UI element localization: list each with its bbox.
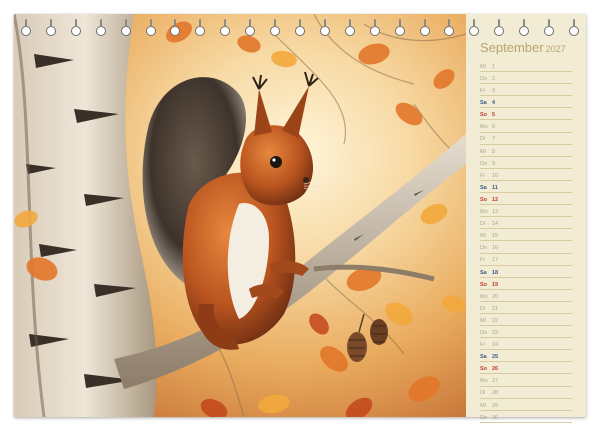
day-number: 10 [492, 172, 499, 179]
day-number: 23 [492, 329, 499, 336]
day-row: Mi 15 [480, 229, 572, 242]
day-row: Do 2 [480, 72, 572, 85]
squirrel-illustration [14, 14, 466, 417]
day-row: Do 23 [480, 326, 572, 339]
day-row: Mi 29 [480, 399, 572, 411]
day-number: 7 [492, 136, 496, 143]
day-number: 24 [492, 342, 499, 349]
day-row: Di 14 [480, 217, 572, 230]
day-abbr: Di [480, 221, 486, 228]
day-row: Di 28 [480, 387, 572, 399]
day-row: Sa 25 [480, 350, 572, 363]
day-abbr: Mi [480, 233, 486, 240]
day-abbr: Di [480, 390, 486, 397]
day-row: Di 21 [480, 302, 572, 314]
day-number: 14 [492, 221, 499, 228]
day-row: So 26 [480, 362, 572, 375]
day-row: Fr 3 [480, 84, 572, 97]
day-row: Sa 11 [480, 181, 572, 194]
month-year: 2027 [545, 44, 566, 54]
day-row: So 19 [480, 278, 572, 290]
day-row: Do 9 [480, 157, 572, 169]
day-number: 15 [492, 233, 499, 240]
day-abbr: Do [480, 329, 488, 336]
day-abbr: Mi [480, 63, 486, 70]
day-number: 26 [492, 366, 499, 373]
day-row: Do 16 [480, 241, 572, 254]
day-number: 22 [492, 317, 499, 324]
day-abbr: Di [480, 305, 486, 312]
day-row: Mi 1 [480, 60, 572, 73]
day-number: 27 [492, 378, 499, 385]
day-row: So 12 [480, 193, 572, 206]
day-number: 17 [492, 257, 499, 264]
day-row: Mo 13 [480, 205, 572, 218]
day-row: So 5 [480, 108, 572, 121]
day-row: Mi 22 [480, 314, 572, 327]
day-abbr: So [480, 281, 488, 288]
day-abbr: Mo [480, 378, 488, 385]
day-number: 2 [492, 76, 496, 82]
day-abbr: Mo [480, 209, 488, 216]
day-number: 25 [492, 354, 499, 361]
day-abbr: So [480, 112, 488, 119]
day-number: 11 [492, 184, 498, 191]
day-list: Mi 1 Do 2 Fr 3 Sa 4 So 5 Mo 6 Di 7 Mi 8 Do 9 Fr 10 Sa 11 So 12 M… [480, 60, 572, 423]
day-abbr: Fr [480, 88, 486, 95]
day-number: 29 [492, 402, 499, 409]
day-abbr: So [480, 366, 488, 373]
day-abbr: Di [480, 136, 486, 143]
day-row: Sa 18 [480, 266, 572, 278]
day-number: 12 [492, 196, 499, 203]
day-row: Mo 6 [480, 120, 572, 133]
day-abbr: Sa [480, 184, 487, 191]
month-name: September [480, 40, 544, 55]
day-abbr: Mi [480, 317, 486, 324]
day-row: Mo 27 [480, 374, 572, 387]
day-number: 30 [492, 414, 499, 421]
day-abbr: Sa [480, 100, 487, 107]
day-number: 28 [492, 390, 499, 397]
day-number: 4 [492, 100, 496, 107]
day-abbr: Mo [480, 293, 488, 300]
day-number: 13 [492, 209, 499, 216]
day-row: Mo 20 [480, 290, 572, 302]
day-number: 19 [492, 281, 499, 288]
day-abbr: Mo [480, 124, 488, 131]
day-abbr: Mi [480, 402, 486, 409]
calendar-panel: September 2027 Mi 1 Do 2 Fr 3 Sa 4 So 5 Mo 6 Di 7 Mi 8 Do… [466, 14, 586, 423]
day-number: 20 [492, 293, 499, 300]
day-row: Di 7 [480, 133, 572, 145]
day-abbr: Do [480, 160, 488, 167]
day-abbr: Fr [480, 257, 486, 264]
day-abbr: Do [480, 76, 488, 82]
day-abbr: Fr [480, 172, 486, 179]
day-abbr: Do [480, 414, 488, 421]
day-number: 5 [492, 112, 496, 119]
day-abbr: Sa [480, 354, 487, 361]
day-row: Do 30 [480, 411, 572, 423]
day-abbr: Sa [480, 269, 487, 276]
month-title: September 2027 [480, 40, 566, 55]
day-number: 21 [492, 305, 499, 312]
calendar-page: September 2027 Mi 1 Do 2 Fr 3 Sa 4 So 5 Mo 6 Di 7 Mi 8 Do… [14, 14, 586, 423]
day-abbr: So [480, 196, 488, 203]
day-number: 1 [492, 63, 496, 70]
day-row: Fr 10 [480, 169, 572, 181]
day-number: 18 [492, 269, 499, 276]
day-number: 16 [492, 245, 499, 252]
day-row: Mi 8 [480, 145, 572, 157]
day-abbr: Do [480, 245, 488, 252]
day-row: Fr 24 [480, 338, 572, 351]
day-row: Sa 4 [480, 96, 572, 109]
day-row: Fr 17 [480, 254, 572, 266]
day-number: 9 [492, 160, 496, 167]
day-number: 3 [492, 88, 496, 95]
day-abbr: Fr [480, 342, 486, 349]
day-abbr: Mi [480, 148, 486, 155]
day-number: 8 [492, 148, 496, 155]
day-number: 6 [492, 124, 496, 131]
